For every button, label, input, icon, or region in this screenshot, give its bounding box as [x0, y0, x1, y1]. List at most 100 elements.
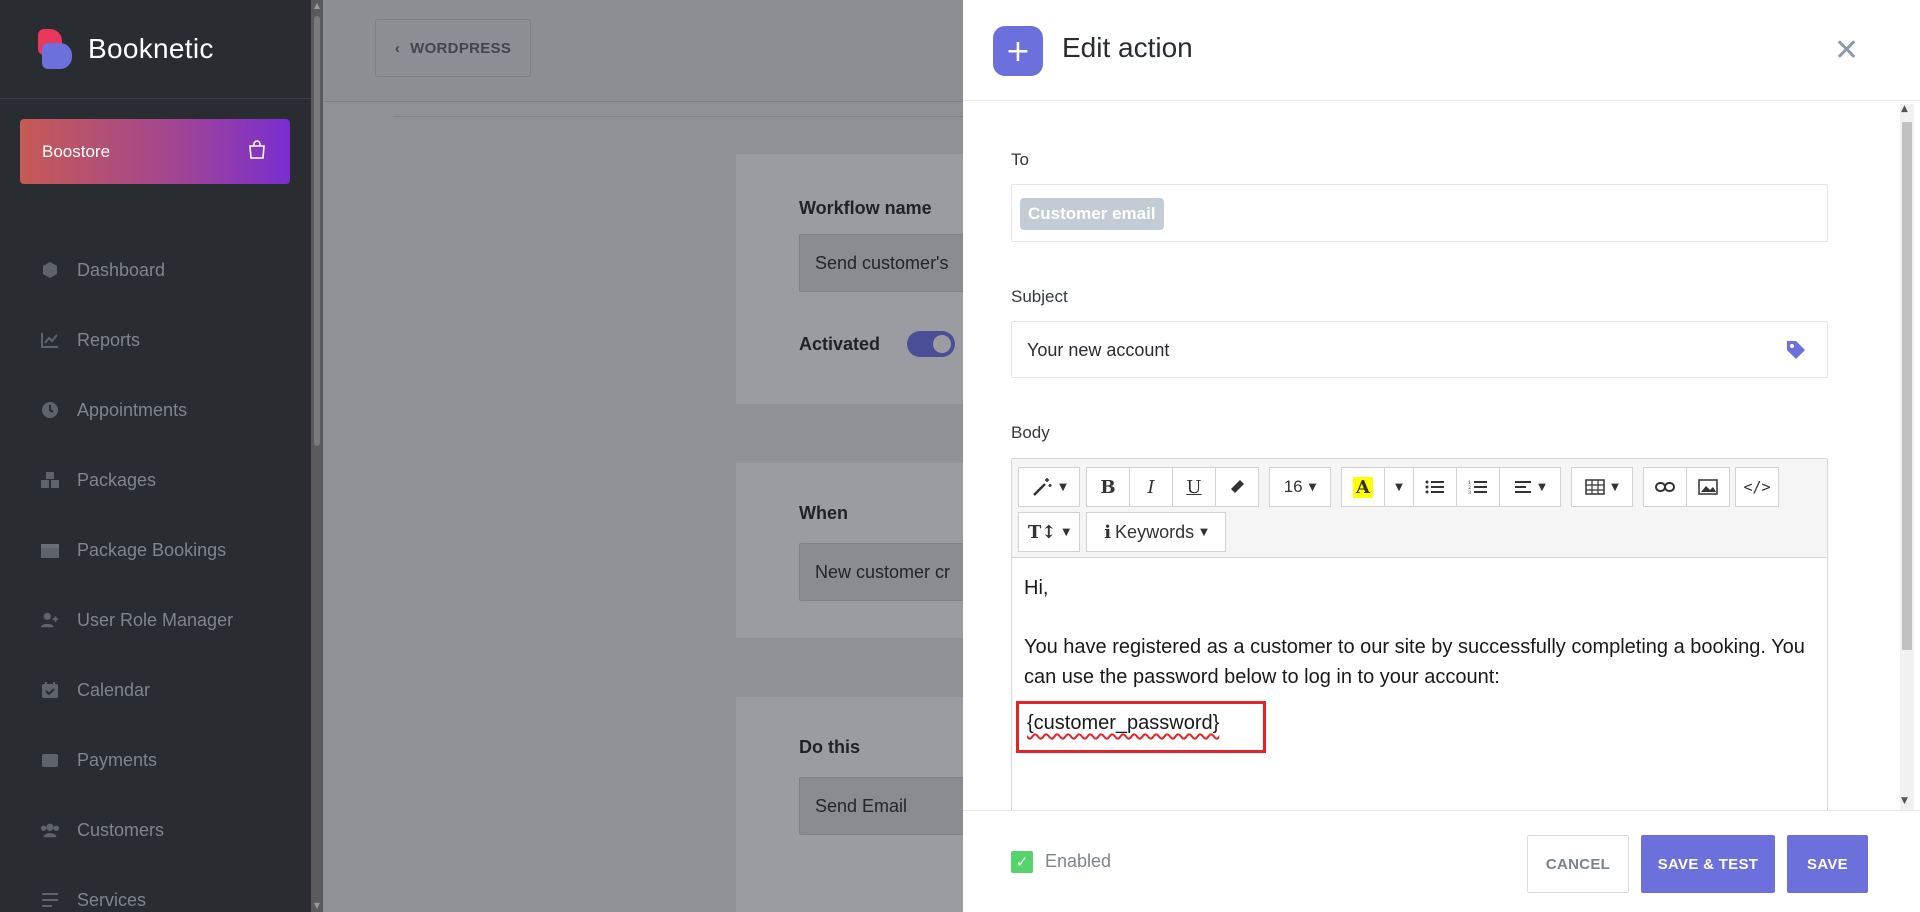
link-button[interactable] — [1643, 467, 1687, 507]
eraser-button[interactable] — [1215, 467, 1259, 507]
svg-text:3: 3 — [1468, 490, 1471, 495]
wordpress-back-button[interactable]: ‹ WORDPRESS — [375, 19, 531, 77]
save-button[interactable]: SAVE — [1787, 835, 1868, 893]
sidebar-item-label: Package Bookings — [77, 539, 227, 560]
chart-line-icon — [40, 330, 60, 350]
image-button[interactable] — [1686, 467, 1730, 507]
sidebar-scrollbar[interactable]: ▲ ▼ — [311, 0, 323, 912]
sidebar-item-customers[interactable]: Customers — [0, 795, 311, 865]
body-greeting: Hi, — [1024, 577, 1049, 599]
sidebar-item-reports[interactable]: Reports — [0, 305, 311, 375]
subject-field[interactable]: Your new account — [1011, 321, 1828, 378]
sidebar-nav: Dashboard Reports Appointments Packages … — [0, 235, 311, 912]
scroll-up-arrow-icon[interactable]: ▲ — [311, 0, 323, 12]
divider — [393, 116, 963, 117]
magic-wand-icon — [1033, 478, 1052, 496]
image-icon — [1698, 479, 1718, 495]
sidebar-item-payments[interactable]: Payments — [0, 725, 311, 795]
text-height-icon: T↕ — [1027, 521, 1057, 543]
code-view-button[interactable]: </> — [1735, 467, 1779, 507]
numbered-list-icon: 123 — [1468, 480, 1487, 495]
shopping-bag-icon — [246, 138, 268, 165]
bold-button[interactable]: B — [1086, 467, 1130, 507]
editor-content[interactable]: Hi, You have registered as a customer to… — [1024, 558, 1814, 692]
italic-button[interactable]: I — [1129, 467, 1173, 507]
sidebar-item-services[interactable]: Services — [0, 865, 311, 912]
sidebar-item-user-role-manager[interactable]: User Role Manager — [0, 585, 311, 655]
body-paragraph: You have registered as a customer to our… — [1024, 636, 1805, 688]
save-and-test-button[interactable]: SAVE & TEST — [1641, 835, 1775, 893]
wallet-icon — [40, 750, 60, 770]
cube-icon — [40, 260, 60, 280]
tag-icon[interactable] — [1785, 339, 1807, 365]
sidebar-item-appointments[interactable]: Appointments — [0, 375, 311, 445]
list-icon — [40, 890, 60, 910]
sidebar-item-label: User Role Manager — [77, 609, 234, 630]
body-label: Body — [1011, 423, 1050, 442]
sidebar-item-packages[interactable]: Packages — [0, 445, 311, 515]
sidebar-item-label: Dashboard — [77, 259, 166, 280]
unordered-list-button[interactable] — [1413, 467, 1457, 507]
table-button[interactable]: ▼ — [1571, 467, 1633, 507]
sidebar: Booknetic Boostore Dashboard Reports App… — [0, 0, 311, 912]
color-dropdown-button[interactable]: ▼ — [1384, 467, 1414, 507]
cancel-button[interactable]: CANCEL — [1527, 835, 1629, 893]
sidebar-item-label: Appointments — [77, 399, 188, 420]
sidebar-item-label: Calendar — [77, 679, 151, 700]
font-size-select[interactable]: 16 ▼ — [1269, 467, 1331, 507]
to-field[interactable]: Customer email — [1011, 184, 1828, 242]
subject-label: Subject — [1011, 287, 1068, 306]
users-icon — [40, 820, 60, 840]
calendar-check-icon — [40, 680, 60, 700]
sidebar-item-label: Customers — [77, 819, 165, 840]
when-label: When — [799, 503, 848, 523]
keywords-dropdown[interactable]: i Keywords ▼ — [1086, 512, 1226, 552]
text-color-button[interactable]: A — [1341, 467, 1385, 507]
customer-email-tag[interactable]: Customer email — [1020, 198, 1164, 230]
chevron-left-icon: ‹ — [394, 39, 401, 57]
boostore-button[interactable]: Boostore — [20, 119, 290, 184]
bullet-list-icon — [1425, 480, 1444, 494]
modal-scrollbar[interactable]: ▲ ▼ — [1880, 104, 1920, 810]
gift-box-icon — [40, 540, 60, 560]
customer-password-token[interactable]: {customer_password} — [1027, 712, 1219, 735]
align-button[interactable]: ▼ — [1499, 467, 1561, 507]
modal-header: + Edit action ✕ — [963, 0, 1920, 101]
clock-icon — [40, 400, 60, 420]
body-editor: ▼ B I U 16 ▼ A ▼ 123 ▼ ▼ </> T↕ ▼ i Keyw… — [1011, 458, 1828, 812]
brand-name: Booknetic — [88, 33, 214, 64]
font-size-value: 16 — [1283, 477, 1303, 496]
scroll-down-arrow-icon[interactable]: ▼ — [311, 900, 323, 912]
boxes-icon — [40, 470, 60, 490]
enabled-label: Enabled — [1045, 851, 1112, 871]
enabled-checkbox[interactable]: ✓ — [1011, 851, 1033, 873]
workflow-name-card: Workflow name Send customer's Activated — [736, 154, 999, 404]
code-icon: </> — [1743, 478, 1771, 496]
sidebar-item-calendar[interactable]: Calendar — [0, 655, 311, 725]
activated-toggle[interactable] — [907, 331, 955, 357]
modal-scrollbar-thumb[interactable] — [1902, 122, 1912, 650]
scroll-down-arrow-icon[interactable]: ▼ — [1901, 796, 1908, 806]
align-left-icon — [1515, 481, 1532, 493]
magic-style-button[interactable]: ▼ — [1018, 467, 1080, 507]
info-icon: i — [1104, 521, 1112, 543]
sidebar-item-package-bookings[interactable]: Package Bookings — [0, 515, 311, 585]
modal-title: Edit action — [1062, 32, 1193, 63]
table-icon — [1585, 479, 1605, 495]
subject-input[interactable]: Your new account — [1027, 322, 1169, 378]
eraser-icon — [1231, 480, 1244, 493]
scrollbar-thumb[interactable] — [314, 16, 320, 446]
scroll-up-arrow-icon[interactable]: ▲ — [1901, 104, 1908, 114]
do-this-card: Do this Send Email — [736, 697, 999, 912]
highlight-a-icon: A — [1353, 476, 1373, 498]
when-card: When New customer cr — [736, 463, 999, 638]
sidebar-item-dashboard[interactable]: Dashboard — [0, 235, 311, 305]
editor-toolbar: ▼ B I U 16 ▼ A ▼ 123 ▼ ▼ </> T↕ ▼ i Keyw… — [1012, 459, 1827, 558]
brand[interactable]: Booknetic — [0, 0, 311, 99]
ordered-list-button[interactable]: 123 — [1456, 467, 1500, 507]
user-plus-icon — [40, 610, 60, 630]
line-height-button[interactable]: T↕ ▼ — [1018, 512, 1080, 552]
close-icon[interactable]: ✕ — [1834, 33, 1859, 68]
edit-action-modal: + Edit action ✕ To Customer email Subjec… — [963, 0, 1920, 912]
underline-button[interactable]: U — [1172, 467, 1216, 507]
